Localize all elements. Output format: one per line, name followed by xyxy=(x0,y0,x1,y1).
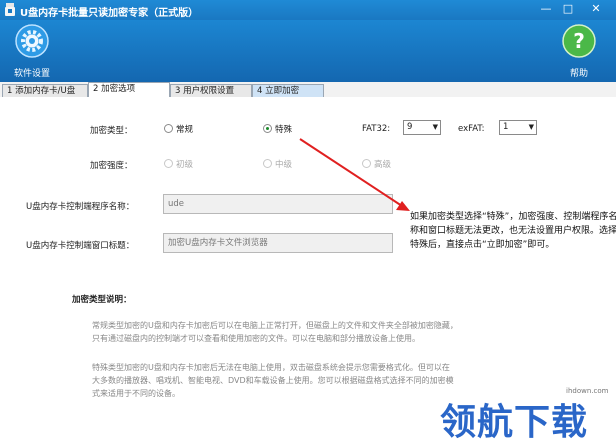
watermark-logo: 领航下载 xyxy=(440,402,589,442)
radio-type-special[interactable]: 特殊 xyxy=(263,123,292,135)
options-panel: 加密类型： 常规 特殊 FAT32: 9 ▼ exFAT: 1 ▼ 加密强度： … xyxy=(0,97,616,442)
radio-strength-high[interactable]: 高级 xyxy=(362,158,391,170)
radio-label: 常规 xyxy=(176,125,194,135)
exfat-label: exFAT: xyxy=(458,124,485,134)
exfat-select[interactable]: 1 ▼ xyxy=(499,120,537,135)
radio-dot-selected xyxy=(263,124,272,133)
help-button[interactable]: ? 帮助 xyxy=(560,24,598,79)
window-title: U盘内存卡批量只读加密专家（正式版） xyxy=(20,8,199,19)
fat32-label: FAT32: xyxy=(362,124,391,134)
encrypt-type-label: 加密类型： xyxy=(90,126,133,136)
radio-strength-mid[interactable]: 中级 xyxy=(263,158,292,170)
chevron-down-icon: ▼ xyxy=(432,123,438,131)
description-normal: 常规类型加密的U盘和内存卡加密后可以在电脑上正常打开，但磁盘上的文件和文件夹全部… xyxy=(92,319,512,345)
radio-dot xyxy=(164,124,173,133)
help-label: 帮助 xyxy=(569,69,588,79)
close-button[interactable]: ✕ xyxy=(580,1,612,18)
description-line: 大多数的播放器、唱戏机、智能电视、DVD和车载设备上使用。您可以根据磁盘格式选择… xyxy=(92,376,454,385)
annotation-callout: 如果加密类型选择“特殊”，加密强度、控制端程序名称和窗口标题无法更改，也无法设置… xyxy=(410,212,616,250)
settings-button[interactable]: 软件设置 xyxy=(12,24,52,79)
usb-drive-icon xyxy=(5,3,15,16)
description-title: 加密类型说明： xyxy=(72,295,132,305)
help-icon: ? xyxy=(562,24,596,58)
radio-type-normal[interactable]: 常规 xyxy=(164,123,193,135)
radio-label: 特殊 xyxy=(275,125,293,135)
settings-label: 软件设置 xyxy=(13,69,50,79)
radio-strength-low[interactable]: 初级 xyxy=(164,158,193,170)
maximize-button[interactable]: □ xyxy=(558,1,578,18)
description-line: 特殊类型加密的U盘和内存卡加密后无法在电脑上使用，双击磁盘系统会提示您需要格式化… xyxy=(92,363,450,372)
program-name-input[interactable]: ude xyxy=(163,194,393,214)
toolbar: 软件设置 ? 帮助 xyxy=(0,20,616,82)
title-bar: U盘内存卡批量只读加密专家（正式版） — □ ✕ xyxy=(0,0,616,20)
encrypt-strength-label: 加密强度： xyxy=(90,161,133,171)
description-line: 只有通过磁盘内的控制端才可以查看和使用加密的文件。可以在电脑和部分播放设备上使用… xyxy=(92,334,420,343)
window-title-label: U盘内存卡控制端窗口标题： xyxy=(26,241,135,251)
radio-label: 高级 xyxy=(374,160,392,170)
chevron-down-icon: ▼ xyxy=(528,123,534,131)
gear-icon xyxy=(15,24,49,58)
tab-encrypt-now[interactable]: 4 立即加密 xyxy=(252,84,324,98)
fat32-select[interactable]: 9 ▼ xyxy=(403,120,441,135)
tab-add-drive[interactable]: 1 添加内存卡/U盘 xyxy=(2,84,88,98)
radio-dot xyxy=(362,159,371,168)
svg-text:?: ? xyxy=(573,29,585,53)
fat32-value: 9 xyxy=(407,122,413,132)
radio-dot xyxy=(164,159,173,168)
program-name-label: U盘内存卡控制端程序名称： xyxy=(26,202,135,212)
exfat-value: 1 xyxy=(503,122,509,132)
tab-encrypt-options[interactable]: 2 加密选项 xyxy=(88,82,170,98)
description-line: 常规类型加密的U盘和内存卡加密后可以在电脑上正常打开，但磁盘上的文件和文件夹全部… xyxy=(92,321,458,330)
minimize-button[interactable]: — xyxy=(536,1,556,18)
radio-label: 中级 xyxy=(275,160,293,170)
radio-label: 初级 xyxy=(176,160,194,170)
window-title-input[interactable]: 加密U盘内存卡文件浏览器 xyxy=(163,233,393,253)
tab-bar: 1 添加内存卡/U盘 2 加密选项 3 用户权限设置 4 立即加密 xyxy=(0,82,616,98)
radio-dot xyxy=(263,159,272,168)
tab-user-permissions[interactable]: 3 用户权限设置 xyxy=(170,84,252,98)
